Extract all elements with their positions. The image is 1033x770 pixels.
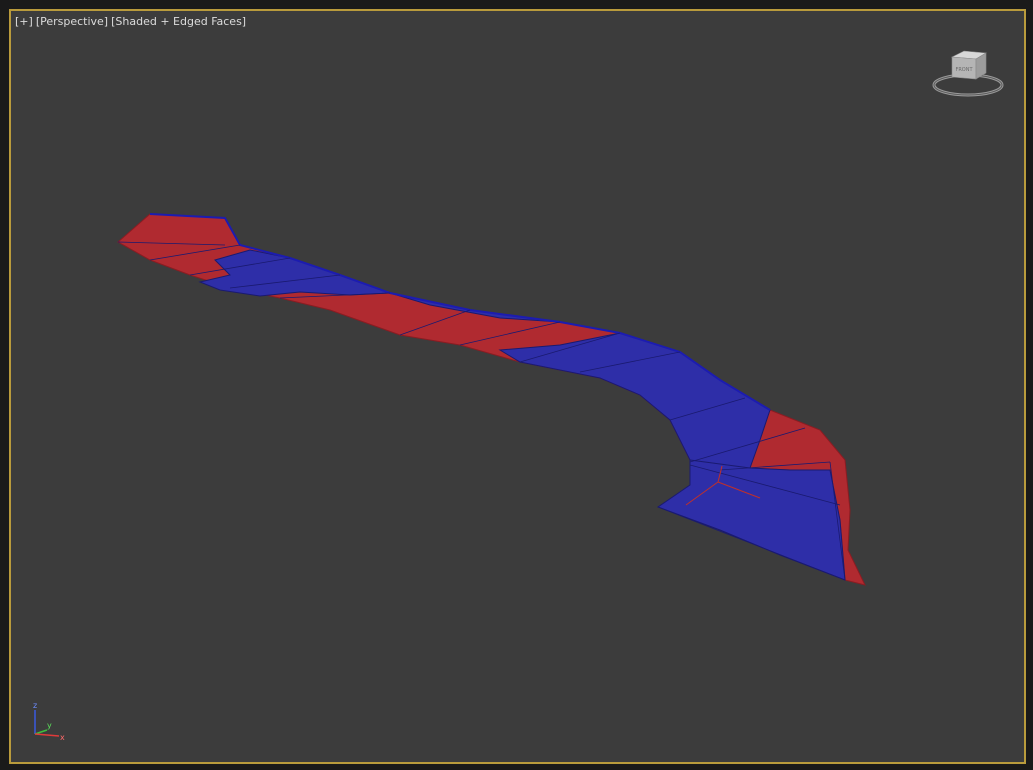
viewcube-icon[interactable]: FRONT — [930, 45, 1010, 105]
axis-z-label: z — [33, 701, 37, 710]
axis-tripod-icon: z y x — [33, 701, 65, 742]
mesh-front-face-main — [498, 332, 771, 471]
axis-y-label: y — [47, 721, 52, 730]
mesh-front-face-end — [656, 459, 846, 581]
perspective-viewport[interactable]: [+] [Perspective] [Shaded + Edged Faces] — [9, 9, 1026, 764]
axis-x-label: x — [60, 733, 65, 742]
viewcube-face-label: FRONT — [955, 67, 973, 73]
scene-canvas[interactable] — [11, 11, 1024, 762]
mesh-front-face-left — [198, 249, 391, 297]
